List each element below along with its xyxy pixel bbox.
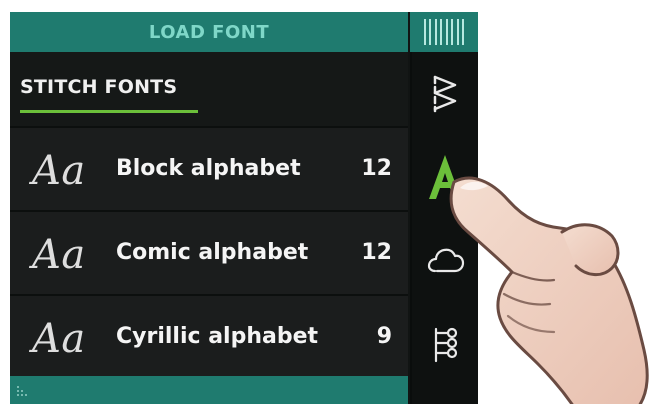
font-count: 12 bbox=[361, 156, 392, 181]
right-sidebar bbox=[410, 52, 478, 404]
zigzag-stitch-icon bbox=[433, 75, 457, 113]
font-sample: Aa bbox=[32, 316, 86, 362]
alphabet-a-icon bbox=[429, 155, 461, 199]
sidebar-button-fonts[interactable] bbox=[412, 144, 478, 210]
font-count: 12 bbox=[361, 240, 392, 265]
top-right-barcode-button[interactable] bbox=[410, 12, 478, 52]
cloud-icon bbox=[427, 248, 465, 273]
sidebar-button-sequence[interactable] bbox=[412, 312, 478, 378]
stitch-sequence-icon bbox=[434, 327, 458, 363]
font-list-item[interactable]: Aa Cyrillic alphabet 9 bbox=[10, 294, 408, 376]
section-underline bbox=[20, 110, 198, 113]
sidebar-button-cloud[interactable] bbox=[412, 228, 478, 294]
bottom-bar bbox=[10, 376, 408, 404]
font-name: Block alphabet bbox=[116, 156, 301, 181]
font-list-item[interactable]: Aa Block alphabet 12 bbox=[10, 126, 408, 210]
font-list: Aa Block alphabet 12 Aa Comic alphabet 1… bbox=[10, 126, 408, 376]
font-count: 9 bbox=[376, 324, 392, 349]
resize-grip-icon bbox=[17, 386, 27, 396]
font-sample: Aa bbox=[32, 232, 86, 278]
screen: LOAD FONT STITCH FONTS Aa Block alphabet… bbox=[0, 0, 658, 404]
header-bar: LOAD FONT bbox=[10, 12, 408, 52]
header-title: LOAD FONT bbox=[148, 21, 270, 43]
device-screen: LOAD FONT STITCH FONTS Aa Block alphabet… bbox=[10, 12, 478, 404]
font-name: Cyrillic alphabet bbox=[116, 324, 319, 349]
section-header: STITCH FONTS bbox=[10, 52, 408, 126]
font-name: Comic alphabet bbox=[116, 240, 309, 265]
section-title: STITCH FONTS bbox=[20, 76, 178, 98]
sidebar-button-stitches[interactable] bbox=[412, 60, 478, 126]
barcode-icon bbox=[424, 19, 464, 45]
font-list-item[interactable]: Aa Comic alphabet 12 bbox=[10, 210, 408, 294]
font-sample: Aa bbox=[32, 148, 86, 194]
